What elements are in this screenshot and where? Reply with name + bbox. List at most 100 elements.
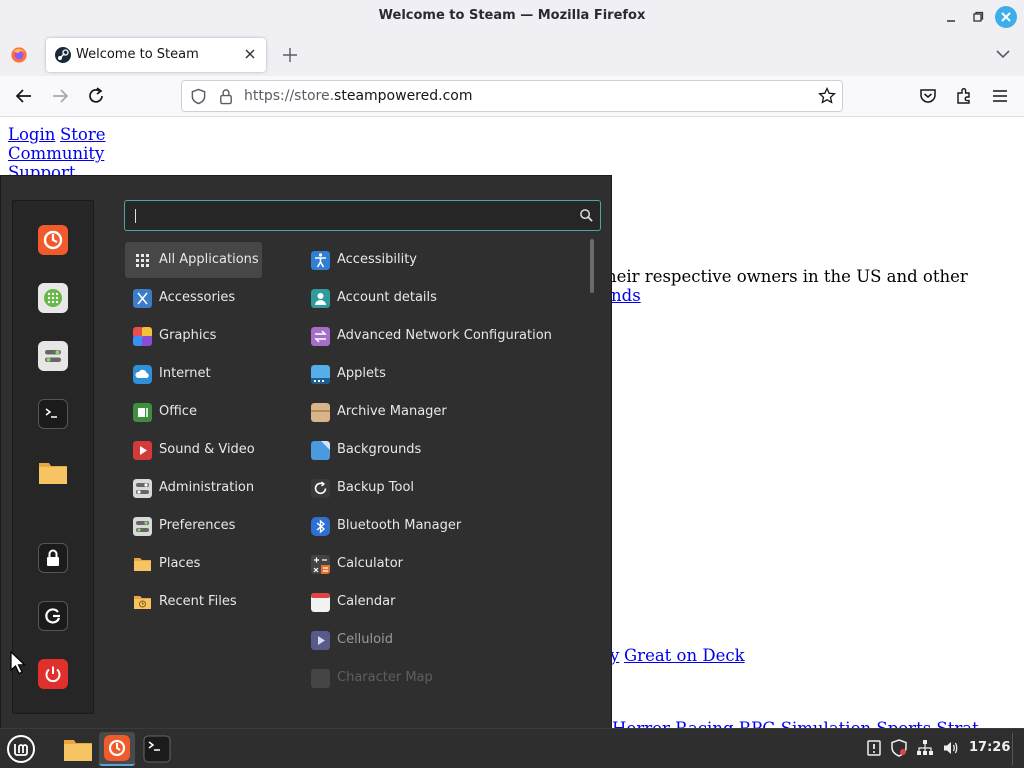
list-all-tabs-icon[interactable] <box>994 45 1012 63</box>
category-label: Accessories <box>159 290 236 305</box>
back-icon[interactable] <box>14 86 34 106</box>
lock-icon[interactable] <box>218 88 234 105</box>
bookmark-star-icon[interactable] <box>818 87 836 105</box>
minimize-button[interactable] <box>940 6 962 28</box>
accessibility-icon <box>311 251 330 270</box>
taskbar-files[interactable] <box>60 732 96 766</box>
steam-favicon-icon <box>55 47 71 63</box>
search-icon <box>580 209 593 222</box>
category-internet[interactable]: Internet <box>125 356 262 392</box>
calendar-icon <box>311 593 330 612</box>
menu-button[interactable] <box>3 732 39 766</box>
scissors-icon <box>133 289 152 308</box>
power-icon <box>45 666 61 683</box>
category-graphics[interactable]: Graphics <box>125 318 262 354</box>
friends-link[interactable]: nds <box>611 286 641 305</box>
lock-screen-icon <box>47 549 59 566</box>
category-label: Preferences <box>159 518 236 533</box>
url-prefix: https://store. <box>244 88 335 104</box>
mouse-pointer-icon <box>10 651 27 675</box>
firefox-view-icon[interactable] <box>10 46 28 64</box>
taskbar-files-icon <box>64 740 92 761</box>
app-label: Calendar <box>337 594 396 609</box>
app-label: Archive Manager <box>337 404 447 419</box>
backgrounds-icon <box>311 441 330 460</box>
category-sound-video[interactable]: Sound & Video <box>125 432 262 468</box>
community-link[interactable]: Community <box>8 144 104 163</box>
logout-icon <box>45 608 61 624</box>
close-window-button[interactable] <box>995 6 1017 28</box>
logout-button[interactable] <box>38 601 68 631</box>
category-administration[interactable]: Administration <box>125 470 262 506</box>
favorite-files[interactable] <box>38 457 68 487</box>
category-accessories[interactable]: Accessories <box>125 280 262 316</box>
app-accessibility[interactable]: Accessibility <box>303 242 583 278</box>
extensions-icon[interactable] <box>954 86 974 106</box>
close-tab-icon[interactable] <box>242 46 258 62</box>
app-list-scrollbar[interactable] <box>590 239 594 293</box>
lock-screen-button[interactable] <box>38 543 68 573</box>
app-bluetooth-manager[interactable]: Bluetooth Manager <box>303 508 583 544</box>
app-label: Bluetooth Manager <box>337 518 462 533</box>
category-office[interactable]: Office <box>125 394 262 430</box>
category-recent-files[interactable]: Recent Files <box>125 584 262 620</box>
category-places[interactable]: Places <box>125 546 262 582</box>
favorite-system-settings[interactable] <box>38 341 68 371</box>
navigation-toolbar: https://store.steampowered.com <box>0 76 1024 117</box>
maximize-button[interactable] <box>967 6 989 28</box>
app-calendar[interactable]: Calendar <box>303 584 583 620</box>
mint-logo-icon <box>7 735 35 763</box>
forward-icon[interactable] <box>50 86 70 106</box>
category-preferences[interactable]: Preferences <box>125 508 262 544</box>
pocket-icon[interactable] <box>918 86 938 106</box>
favorite-firefox[interactable] <box>38 225 68 255</box>
quit-button[interactable] <box>38 659 68 689</box>
app-celluloid[interactable]: Celluloid <box>303 622 583 658</box>
app-account-details[interactable]: Account details <box>303 280 583 316</box>
tracking-protection-icon[interactable] <box>190 88 207 105</box>
store-link[interactable]: Store <box>60 125 106 144</box>
taskbar-firefox[interactable] <box>99 732 135 766</box>
address-bar[interactable]: https://store.steampowered.com <box>181 80 843 112</box>
new-tab-icon[interactable] <box>281 46 299 64</box>
toggle-icon <box>133 517 152 536</box>
document-icon <box>133 403 152 422</box>
category-label: Internet <box>159 366 211 381</box>
window-title: Welcome to Steam — Mozilla Firefox <box>378 8 646 23</box>
app-backup-tool[interactable]: Backup Tool <box>303 470 583 506</box>
firefox-icon <box>43 230 63 250</box>
update-manager-icon[interactable] <box>865 739 883 757</box>
url-text[interactable]: https://store.steampowered.com <box>244 88 472 104</box>
tab-welcome-to-steam[interactable]: Welcome to Steam <box>46 38 266 72</box>
archive-icon <box>311 403 330 422</box>
taskbar-firefox-icon <box>104 735 130 761</box>
backup-icon <box>311 479 330 498</box>
app-label: Backgrounds <box>337 442 422 457</box>
app-calculator[interactable]: Calculator <box>303 546 583 582</box>
app-archive-manager[interactable]: Archive Manager <box>303 394 583 430</box>
hamburger-menu-icon[interactable] <box>990 86 1010 106</box>
clock[interactable]: 17:26 <box>969 740 1010 755</box>
taskbar-terminal[interactable] <box>139 732 175 766</box>
app-character-map[interactable]: Character Map <box>303 660 583 696</box>
app-applets[interactable]: Applets <box>303 356 583 392</box>
text-caret <box>135 209 136 223</box>
favorite-terminal[interactable] <box>38 399 68 429</box>
network-wired-icon[interactable] <box>916 739 934 757</box>
user-icon <box>311 289 330 308</box>
app-advanced-network-configuration[interactable]: Advanced Network Configuration <box>303 318 583 354</box>
favorite-software-manager[interactable] <box>38 283 68 313</box>
reload-icon[interactable] <box>86 86 106 106</box>
category-label: Recent Files <box>159 594 237 609</box>
shield-warning-icon[interactable] <box>890 739 908 757</box>
applets-icon <box>311 365 330 384</box>
menu-search-input[interactable] <box>124 200 601 231</box>
great-on-deck-link[interactable]: Great on Deck <box>624 646 745 665</box>
login-link[interactable]: Login <box>8 125 55 144</box>
app-backgrounds[interactable]: Backgrounds <box>303 432 583 468</box>
category-all-applications[interactable]: All Applications <box>125 242 262 278</box>
application-menu: All Applications Accessories Graphics In… <box>0 175 612 728</box>
volume-icon[interactable] <box>942 739 960 757</box>
tab-strip: Welcome to Steam <box>0 33 1024 76</box>
category-label: Graphics <box>159 328 217 343</box>
